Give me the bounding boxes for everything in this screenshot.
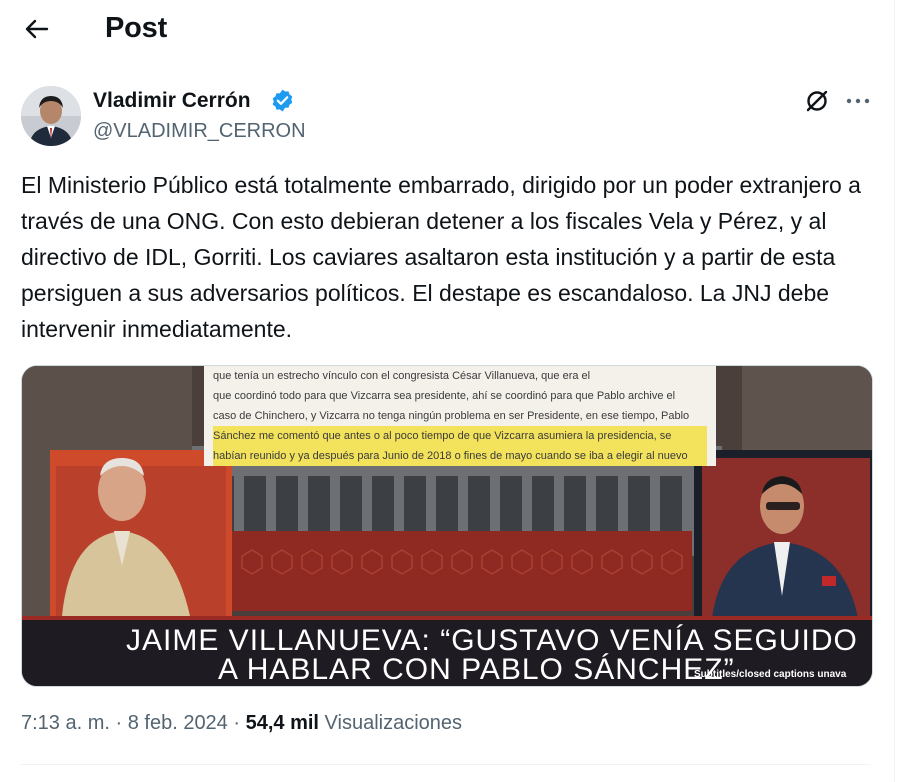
- column-border: [894, 0, 895, 782]
- doc-line-highlight: Sánchez me comentó que antes o al poco t…: [213, 426, 707, 446]
- post-date[interactable]: 8 feb. 2024: [128, 712, 228, 734]
- author-handle[interactable]: @VLADIMIR_CERRON: [93, 120, 306, 143]
- meta-separator: ·: [109, 712, 128, 734]
- author-name[interactable]: Vladimir Cerrón: [93, 89, 251, 113]
- doc-line-highlight: habían reunido y ya después para Junio d…: [213, 446, 707, 466]
- page-header: Post: [0, 0, 894, 58]
- verified-badge-icon: [270, 88, 295, 113]
- post-meta: 7:13 a. m. · 8 feb. 2024 · 54,4 mil Visu…: [21, 712, 462, 735]
- tweet-text: El Ministerio Público está totalmente em…: [21, 172, 861, 342]
- post-time[interactable]: 7:13 a. m.: [21, 712, 110, 734]
- avatar[interactable]: [21, 86, 81, 146]
- tweet-media-image[interactable]: que tenía un estrecho vínculo con el con…: [21, 365, 873, 687]
- views-count: 54,4 mil: [245, 712, 319, 734]
- doc-line: caso de Chinchero, y Vizcarra no tenga n…: [213, 410, 690, 422]
- document-excerpt: que tenía un estrecho vínculo con el con…: [204, 366, 716, 466]
- subtitles-note: Subtitles/closed captions unava: [694, 669, 847, 680]
- more-horizontal-icon: [846, 98, 870, 104]
- meta-separator: ·: [227, 712, 246, 734]
- doc-line: que coordinó todo para que Vizcarra sea …: [213, 390, 676, 402]
- divider: [21, 764, 871, 765]
- arrow-left-icon: [25, 19, 49, 39]
- grok-button[interactable]: [802, 86, 832, 116]
- grok-icon: [806, 90, 828, 112]
- doc-line: que tenía un estrecho vínculo con el con…: [213, 370, 591, 382]
- page-title: Post: [105, 12, 168, 44]
- views-label: Visualizaciones: [318, 712, 463, 734]
- avatar-image: [21, 86, 81, 146]
- more-options-button[interactable]: [842, 86, 874, 116]
- caption-line-2: A HABLAR CON PABLO SÁNCHEZ”: [218, 653, 735, 686]
- back-button[interactable]: [20, 12, 54, 46]
